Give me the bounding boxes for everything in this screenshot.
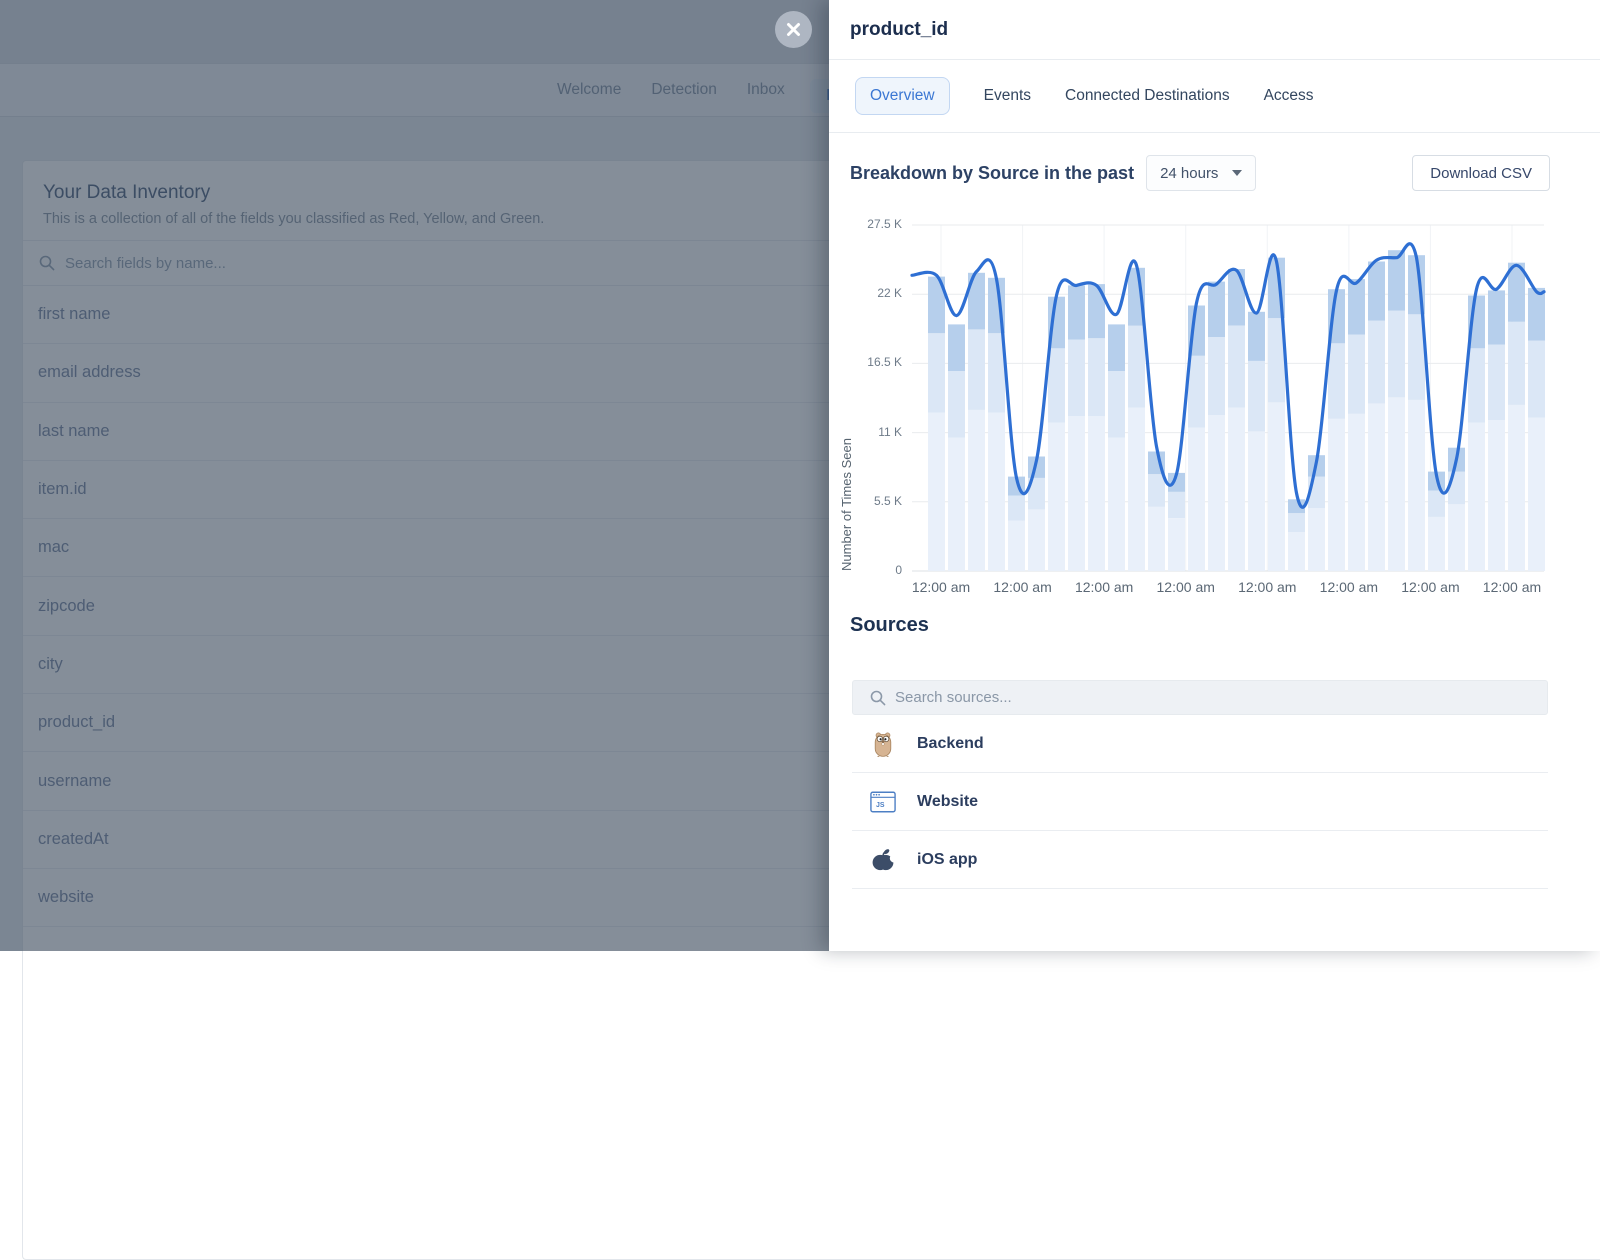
y-tick-label: 16.5 K: [867, 355, 902, 369]
x-tick-label: 12:00 am: [1309, 579, 1389, 595]
gopher-icon: [870, 729, 896, 759]
sources-search-bar: [852, 680, 1548, 715]
chart-plot-area: [912, 225, 1544, 571]
tab-overview[interactable]: Overview: [855, 77, 950, 115]
x-tick-label: 12:00 am: [901, 579, 981, 595]
panel-tabs: Overview Events Connected Destinations A…: [829, 60, 1600, 133]
x-tick-label: 12:00 am: [1390, 579, 1470, 595]
field-detail-panel: product_id Overview Events Connected Des…: [829, 0, 1600, 951]
panel-header: product_id: [829, 0, 1600, 60]
tab-events[interactable]: Events: [984, 87, 1031, 105]
y-tick-label: 22 K: [877, 286, 902, 300]
svg-text:JS: JS: [876, 802, 885, 809]
y-tick-label: 27.5 K: [867, 217, 902, 231]
search-icon: [870, 690, 886, 706]
sources-heading: Sources: [850, 614, 929, 637]
time-range-select[interactable]: 24 hours: [1146, 155, 1256, 191]
sources-search-input[interactable]: [895, 689, 1195, 706]
tab-access[interactable]: Access: [1264, 87, 1314, 105]
source-label: iOS app: [917, 851, 977, 869]
source-row-ios-app[interactable]: iOS app: [852, 831, 1548, 889]
apple-icon: [870, 845, 896, 875]
x-tick-label: 12:00 am: [1472, 579, 1552, 595]
y-tick-label: 5.5 K: [874, 494, 902, 508]
source-row-website[interactable]: JS Website: [852, 773, 1548, 831]
y-tick-label: 11 K: [878, 425, 902, 439]
x-axis-ticks: 12:00 am12:00 am12:00 am12:00 am12:00 am…: [829, 579, 1600, 599]
download-csv-button[interactable]: Download CSV: [1412, 155, 1550, 191]
sources-list: Backend JS Website: [852, 715, 1548, 889]
tab-connected-destinations[interactable]: Connected Destinations: [1065, 87, 1230, 105]
breakdown-header: Breakdown by Source in the past 24 hours…: [850, 152, 1550, 194]
breakdown-chart: Number of Times Seen 05.5 K11 K16.5 K22 …: [829, 208, 1600, 608]
time-range-value: 24 hours: [1160, 165, 1218, 182]
source-row-backend[interactable]: Backend: [852, 715, 1548, 773]
close-icon: [786, 22, 801, 37]
source-label: Backend: [917, 735, 984, 753]
source-label: Website: [917, 793, 978, 811]
y-tick-label: 0: [895, 563, 902, 577]
x-tick-label: 12:00 am: [1227, 579, 1307, 595]
browser-js-icon: JS: [870, 787, 896, 817]
x-tick-label: 12:00 am: [983, 579, 1063, 595]
x-tick-label: 12:00 am: [1064, 579, 1144, 595]
panel-title: product_id: [850, 19, 948, 41]
close-panel-button[interactable]: [775, 11, 812, 48]
chevron-down-icon: [1232, 170, 1242, 176]
breakdown-title: Breakdown by Source in the past: [850, 163, 1134, 184]
y-axis-ticks: 0 5.5 K 11 K 16.5 K 22 K 27.5 K: [829, 208, 902, 608]
x-tick-label: 12:00 am: [1146, 579, 1226, 595]
